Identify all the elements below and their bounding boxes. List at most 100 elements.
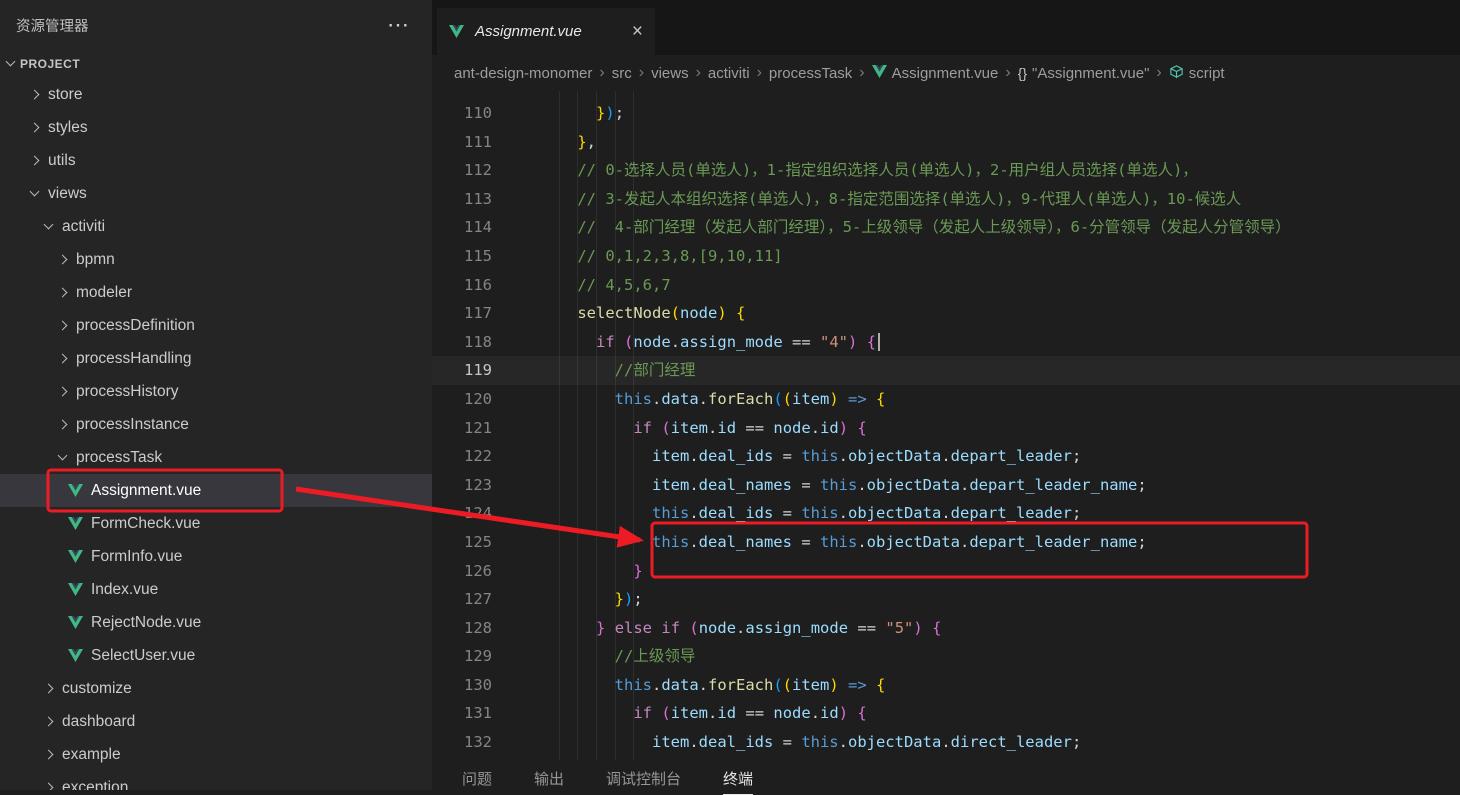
breadcrumb-separator: ›: [756, 64, 762, 81]
tree-item-processhistory[interactable]: processHistory: [0, 375, 432, 408]
code-line-118[interactable]: 118 if (node.assign_mode == "4") {: [432, 328, 1460, 357]
code-line-123[interactable]: 123 item.deal_names = this.objectData.de…: [432, 471, 1460, 500]
chevron-right-icon: [40, 779, 58, 791]
code-line-125[interactable]: 125 this.deal_names = this.objectData.de…: [432, 528, 1460, 557]
tree-item-label: FormCheck.vue: [91, 514, 201, 532]
tab-assignment-vue[interactable]: Assignment.vue ×: [437, 8, 655, 55]
code-line-132[interactable]: 132 item.deal_ids = this.objectData.dire…: [432, 728, 1460, 757]
code-line-116[interactable]: 116 // 4,5,6,7: [432, 271, 1460, 300]
line-number: 124: [464, 504, 492, 523]
breadcrumb-item[interactable]: src: [612, 65, 632, 82]
line-number: 112: [464, 161, 492, 180]
tab-bar: Assignment.vue ×: [432, 0, 1460, 55]
tree-item-bpmn[interactable]: bpmn: [0, 243, 432, 276]
breadcrumb-item[interactable]: processTask: [769, 65, 852, 82]
code-text: if (item.id == node.id) {: [633, 704, 867, 723]
breadcrumb-item[interactable]: activiti: [708, 65, 750, 82]
code-line-129[interactable]: 129 //上级领导: [432, 642, 1460, 671]
tree-item-processdefinition[interactable]: processDefinition: [0, 309, 432, 342]
tree-item-exception[interactable]: exception: [0, 771, 432, 791]
line-number: 127: [464, 590, 492, 609]
code-line-111[interactable]: 111 },: [432, 128, 1460, 157]
tree-item-activiti[interactable]: activiti: [0, 210, 432, 243]
project-section-header[interactable]: PROJECT: [0, 50, 432, 78]
code-line-121[interactable]: 121 if (item.id == node.id) {: [432, 414, 1460, 443]
breadcrumb-separator: ›: [1005, 64, 1011, 81]
panel-tab-terminal[interactable]: 终端: [723, 768, 754, 795]
line-number: 119: [464, 361, 492, 380]
breadcrumb-separator: ›: [859, 64, 865, 81]
tree-item-customize[interactable]: customize: [0, 672, 432, 705]
breadcrumb-item[interactable]: script: [1169, 64, 1225, 83]
code-text: });: [596, 104, 625, 122]
code-text: this.deal_names = this.objectData.depart…: [651, 532, 1147, 551]
code-line-119[interactable]: 119 //部门经理: [432, 356, 1460, 385]
code-editor[interactable]: 110 }); 111 }, 112 // 0-选择人员(单选人)，1-指定组织选择…: [432, 91, 1460, 763]
module-symbol-icon: [1169, 64, 1184, 83]
tree-item-forminfo-vue[interactable]: FormInfo.vue: [0, 540, 432, 573]
tree-item-views[interactable]: views: [0, 177, 432, 210]
code-line-131[interactable]: 131 if (item.id == node.id) {: [432, 699, 1460, 728]
code-line-130[interactable]: 130 this.data.forEach((item) => {: [432, 671, 1460, 700]
code-line-124[interactable]: 124 this.deal_ids = this.objectData.depa…: [432, 499, 1460, 528]
tree-item-utils[interactable]: utils: [0, 144, 432, 177]
panel-tab-debug-console[interactable]: 调试控制台: [606, 768, 681, 794]
code-lines: 110 }); 111 }, 112 // 0-选择人员(单选人)，1-指定组织选择…: [432, 99, 1460, 757]
panel-tab-problems[interactable]: 问题: [462, 768, 492, 794]
code-line-128[interactable]: 128 } else if (node.assign_mode == "5") …: [432, 614, 1460, 643]
tree-item-label: processHandling: [76, 349, 192, 367]
code-line-113[interactable]: 113 // 3-发起人本组织选择(单选人)，8-指定范围选择(单选人)，9-代…: [432, 185, 1460, 214]
tree-item-label: RejectNode.vue: [91, 613, 202, 631]
code-text: });: [614, 590, 643, 609]
chevron-right-icon: [26, 119, 44, 137]
line-number: 115: [464, 246, 492, 265]
code-text: item.deal_ids = this.objectData.depart_l…: [651, 447, 1082, 466]
tree-item-example[interactable]: example: [0, 738, 432, 771]
breadcrumb-label: Assignment.vue: [891, 64, 999, 82]
code-line-122[interactable]: 122 item.deal_ids = this.objectData.depa…: [432, 442, 1460, 471]
breadcrumb-item[interactable]: Assignment.vue: [871, 64, 999, 82]
code-text: }: [633, 561, 643, 580]
tree-item-modeler[interactable]: modeler: [0, 276, 432, 309]
code-line-112[interactable]: 112 // 0-选择人员(单选人)，1-指定组织选择人员(单选人)，2-用户组…: [432, 156, 1460, 185]
breadcrumb-item[interactable]: {} "Assignment.vue": [1018, 65, 1150, 82]
code-text: item.deal_names = this.objectData.depart…: [651, 475, 1147, 494]
code-text: selectNode(node) {: [577, 304, 746, 323]
breadcrumb-item[interactable]: ant-design-monomer: [454, 65, 592, 82]
tree-item-store[interactable]: store: [0, 78, 432, 111]
chevron-right-icon: [40, 746, 58, 764]
tree-item-assignment-vue[interactable]: Assignment.vue: [0, 474, 432, 507]
code-line-110[interactable]: 110 });: [432, 99, 1460, 128]
code-text: //上级领导: [614, 647, 696, 666]
code-line-115[interactable]: 115 // 0,1,2,3,8,[9,10,11]: [432, 242, 1460, 271]
tree-item-label: bpmn: [76, 250, 115, 268]
chevron-right-icon: [40, 680, 58, 698]
tree-item-processinstance[interactable]: processInstance: [0, 408, 432, 441]
tree-item-processtask[interactable]: processTask: [0, 441, 432, 474]
breadcrumb-item[interactable]: views: [651, 65, 689, 82]
panel-tab-output[interactable]: 输出: [534, 768, 564, 794]
code-line-117[interactable]: 117 selectNode(node) {: [432, 299, 1460, 328]
code-line-120[interactable]: 120 this.data.forEach((item) => {: [432, 385, 1460, 414]
tree-item-dashboard[interactable]: dashboard: [0, 705, 432, 738]
code-text: // 0,1,2,3,8,[9,10,11]: [577, 246, 783, 265]
more-actions-icon[interactable]: ⋯: [387, 14, 412, 36]
code-line-114[interactable]: 114 // 4-部门经理（发起人部门经理），5-上级领导（发起人上级领导），6…: [432, 213, 1460, 242]
code-line-126[interactable]: 126 }: [432, 557, 1460, 586]
tree-item-formcheck-vue[interactable]: FormCheck.vue: [0, 507, 432, 540]
tree-item-label: activiti: [62, 217, 106, 235]
code-text: // 3-发起人本组织选择(单选人)，8-指定范围选择(单选人)，9-代理人(单…: [577, 189, 1242, 208]
close-icon[interactable]: ×: [632, 22, 643, 41]
tree-item-rejectnode-vue[interactable]: RejectNode.vue: [0, 606, 432, 639]
tree-item-processhandling[interactable]: processHandling: [0, 342, 432, 375]
code-text: this.data.forEach((item) => {: [614, 389, 886, 408]
line-number: 131: [464, 704, 492, 723]
tree-item-selectuser-vue[interactable]: SelectUser.vue: [0, 639, 432, 672]
chevron-right-icon: [54, 350, 72, 368]
code-text: } else if (node.assign_mode == "5") {: [596, 618, 942, 637]
tree-item-index-vue[interactable]: Index.vue: [0, 573, 432, 606]
tree-item-label: styles: [48, 118, 88, 136]
code-line-127[interactable]: 127 });: [432, 585, 1460, 614]
tree-item-styles[interactable]: styles: [0, 111, 432, 144]
line-number: 118: [464, 332, 492, 351]
